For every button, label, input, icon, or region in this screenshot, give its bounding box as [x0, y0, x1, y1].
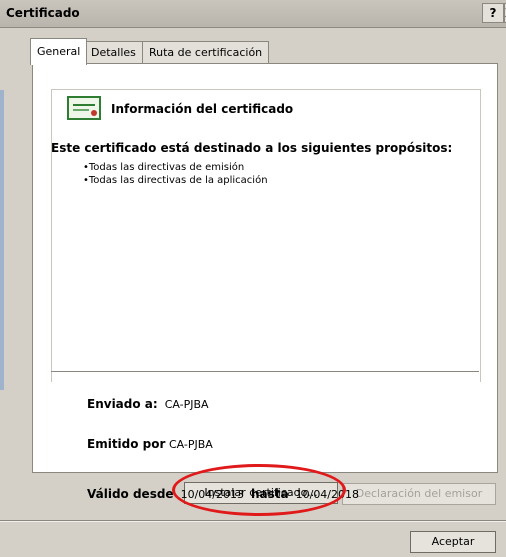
issuer-statement-button[interactable]: Declaración del emisor	[342, 483, 496, 505]
certificate-icon	[67, 96, 101, 120]
background-window-edge	[0, 90, 4, 390]
valid-to-value: 10/04/2018	[295, 488, 360, 501]
issued-by-value: CA-PJBA	[168, 438, 213, 451]
certificate-seal	[91, 110, 97, 116]
purpose-item: •Todas las directivas de emisión	[83, 162, 245, 173]
valid-to-label: hasta	[250, 487, 289, 501]
purpose-item: •Todas las directivas de la aplicación	[83, 175, 268, 186]
tab-details[interactable]: Detalles	[84, 41, 143, 64]
purposes-header: Este certificado está destinado a los si…	[51, 141, 453, 155]
issued-by-row: Emitido por CA-PJBA	[87, 437, 213, 451]
issued-by-label: Emitido por	[87, 437, 166, 451]
tab-certification-path[interactable]: Ruta de certificación	[142, 41, 270, 64]
issued-to-row: Enviado a: CA-PJBA	[87, 397, 209, 411]
valid-from-value: 10/04/2013	[180, 488, 244, 501]
valid-from-label: Válido desde	[87, 487, 174, 501]
issued-to-value: CA-PJBA	[164, 398, 209, 411]
certificate-info-box: Información del certificado	[51, 89, 481, 382]
issued-to-label: Enviado a:	[87, 397, 158, 411]
title-bar: Certificado ? X	[0, 0, 506, 28]
validity-row: Válido desde 10/04/2013 hasta 10/04/2018	[87, 487, 359, 501]
certificate-icon-line	[73, 109, 89, 111]
accept-button[interactable]: Aceptar	[410, 531, 496, 553]
separator-highlight	[0, 521, 506, 522]
info-title: Información del certificado	[111, 102, 294, 116]
window-title: Certificado	[6, 6, 80, 20]
help-button[interactable]: ?	[482, 3, 504, 23]
divider	[51, 371, 479, 372]
certificate-icon-line	[73, 104, 95, 106]
tab-general[interactable]: General	[30, 38, 88, 65]
tab-panel-general: Información del certificado Este certifi…	[32, 63, 498, 501]
